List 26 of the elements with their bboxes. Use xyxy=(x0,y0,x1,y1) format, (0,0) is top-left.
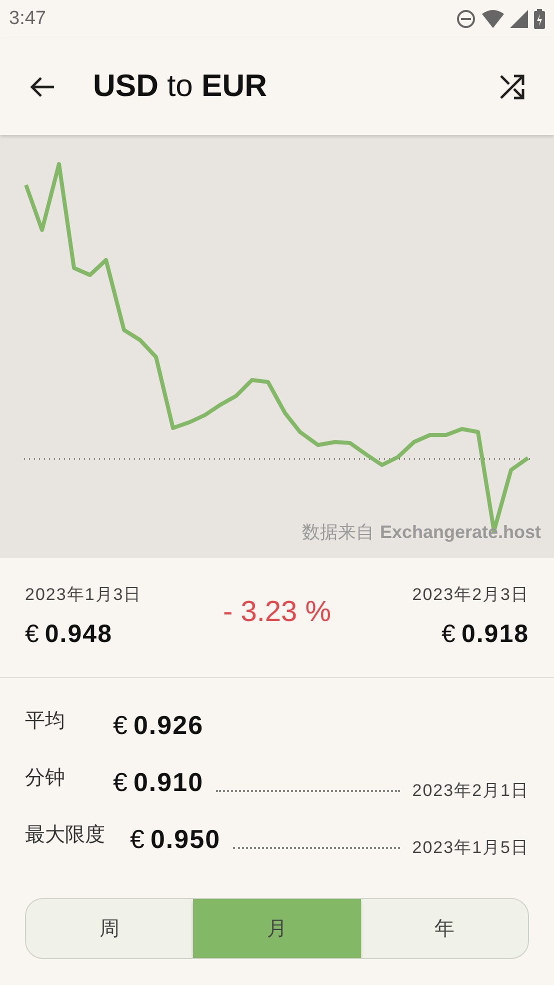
data-source-name: Exchangerate.host xyxy=(380,521,541,544)
stat-rate: € 0.910 xyxy=(113,766,204,799)
back-arrow-icon[interactable] xyxy=(28,74,56,98)
stat-date: 2023年1月5日 xyxy=(412,836,529,858)
battery-icon xyxy=(534,9,545,29)
start-date: 2023年1月3日 xyxy=(25,584,142,606)
period-tab[interactable]: 年 xyxy=(360,899,528,958)
percent-change: - 3.23 % xyxy=(223,594,331,630)
period-tab[interactable]: 周 xyxy=(26,899,194,958)
stat-label: 分钟 xyxy=(25,766,66,791)
end-rate: € 0.918 xyxy=(442,618,529,650)
data-source-label: 数据来自 xyxy=(302,521,374,544)
stat-date: 2023年2月1日 xyxy=(412,780,529,802)
signal-icon xyxy=(510,10,528,28)
period-tab[interactable]: 月 xyxy=(193,899,361,958)
stat-rate: € 0.950 xyxy=(130,823,221,856)
do-not-disturb-icon xyxy=(456,9,476,29)
start-rate: € 0.948 xyxy=(25,618,114,650)
stat-label: 平均 xyxy=(25,709,66,734)
status-time: 3:47 xyxy=(9,6,46,31)
screen-title: USD to EUR xyxy=(93,67,267,106)
stat-label: 最大限度 xyxy=(25,823,106,848)
end-date: 2023年2月3日 xyxy=(412,584,529,606)
shuffle-icon[interactable] xyxy=(498,72,526,100)
stat-rate: € 0.926 xyxy=(113,709,204,742)
wifi-icon xyxy=(482,10,504,28)
